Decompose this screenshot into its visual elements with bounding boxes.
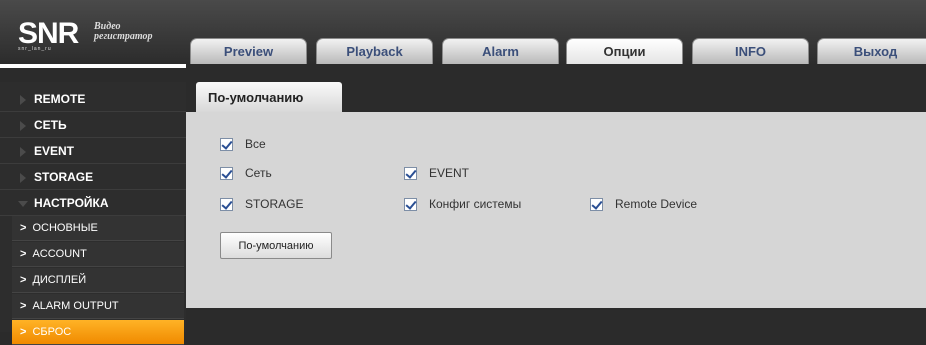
sidebar-spacer: [0, 68, 186, 82]
sidebar-subitem-label: СБРОС: [32, 326, 72, 338]
checkbox-storage[interactable]: STORAGE: [220, 197, 303, 211]
checkbox-checked-icon[interactable]: [220, 197, 233, 211]
tab-options[interactable]: Опции: [566, 38, 683, 64]
tab-alarm[interactable]: Alarm: [442, 38, 559, 64]
arrow-right-icon: [20, 95, 26, 105]
chevron-right-icon: >: [20, 274, 27, 286]
sidebar-item-settings[interactable]: НАСТРОЙКА: [0, 190, 186, 216]
sidebar-item-label: НАСТРОЙКА: [34, 195, 109, 210]
logo-caption-line2: регистратор: [94, 31, 153, 42]
checkbox-checked-icon[interactable]: [590, 197, 603, 211]
logo-small-text: snr_lan_ru: [18, 46, 52, 52]
sidebar-subitem-label: ДИСПЛЕЙ: [32, 274, 87, 286]
tab-info[interactable]: INFO: [692, 38, 809, 64]
panel-tab-defaults[interactable]: По-умолчанию: [196, 82, 342, 112]
checkbox-label: Remote Device: [615, 197, 698, 211]
logo: SNR snr_lan_ru Видео регистратор: [14, 17, 186, 54]
arrow-down-icon: [18, 201, 28, 207]
checkbox-label: Все: [245, 137, 266, 151]
logo-caption: Видео регистратор: [94, 22, 153, 42]
checkbox-remote-device[interactable]: Remote Device: [590, 197, 697, 211]
sidebar-subitem-account[interactable]: > ACCOUNT: [12, 242, 184, 267]
sidebar-item-label: СЕТЬ: [34, 117, 67, 132]
logo-mark: SNR snr_lan_ru: [14, 17, 86, 54]
chevron-right-icon: >: [20, 222, 27, 234]
checkbox-network[interactable]: Сеть: [220, 166, 272, 180]
sidebar-subitem-label: ACCOUNT: [32, 248, 87, 260]
arrow-right-icon: [20, 121, 26, 131]
checkbox-label: Сеть: [245, 166, 272, 180]
main-top-bar: [186, 68, 926, 82]
checkbox-label: EVENT: [429, 166, 470, 180]
checkbox-system-config[interactable]: Конфиг системы: [404, 197, 521, 211]
sidebar-subitem-display[interactable]: > ДИСПЛЕЙ: [12, 268, 184, 293]
sidebar-subitem-reset[interactable]: > СБРОС: [12, 320, 184, 345]
checkbox-checked-icon[interactable]: [220, 137, 233, 151]
sidebar-subitem-alarm-output[interactable]: > ALARM OUTPUT: [12, 294, 184, 319]
sidebar-item-network[interactable]: СЕТЬ: [0, 112, 186, 138]
sidebar-item-label: REMOTE: [34, 91, 86, 106]
checkbox-all[interactable]: Все: [220, 137, 266, 151]
restore-defaults-button[interactable]: По-умолчанию: [220, 232, 332, 259]
header: SNR snr_lan_ru Видео регистратор Preview…: [0, 0, 926, 64]
checkbox-label: STORAGE: [245, 197, 304, 211]
sidebar-item-remote[interactable]: REMOTE: [0, 86, 186, 112]
sidebar: REMOTE СЕТЬ EVENT STORAGE НАСТРОЙКА > ОС…: [0, 64, 186, 345]
tab-logout[interactable]: Выход: [817, 38, 926, 64]
sidebar-subitem-label: ОСНОВНЫЕ: [32, 222, 98, 234]
chevron-right-icon: >: [20, 300, 27, 312]
sidebar-item-label: STORAGE: [34, 169, 94, 184]
checkbox-checked-icon[interactable]: [220, 166, 233, 180]
arrow-right-icon: [20, 173, 26, 183]
arrow-right-icon: [20, 147, 26, 157]
tab-preview[interactable]: Preview: [190, 38, 307, 64]
tab-playback[interactable]: Playback: [316, 38, 433, 64]
chevron-right-icon: >: [20, 248, 27, 260]
sidebar-item-storage[interactable]: STORAGE: [0, 164, 186, 190]
sidebar-subitem-label: ALARM OUTPUT: [32, 300, 119, 312]
sidebar-item-label: EVENT: [34, 143, 75, 158]
checkbox-label: Конфиг системы: [429, 197, 522, 211]
chevron-right-icon: >: [20, 326, 27, 338]
checkbox-event[interactable]: EVENT: [404, 166, 469, 180]
checkbox-checked-icon[interactable]: [404, 166, 417, 180]
sidebar-subitem-general[interactable]: > ОСНОВНЫЕ: [12, 216, 184, 241]
footer-bar: [186, 308, 926, 332]
sidebar-item-event[interactable]: EVENT: [0, 138, 186, 164]
checkbox-checked-icon[interactable]: [404, 197, 417, 211]
